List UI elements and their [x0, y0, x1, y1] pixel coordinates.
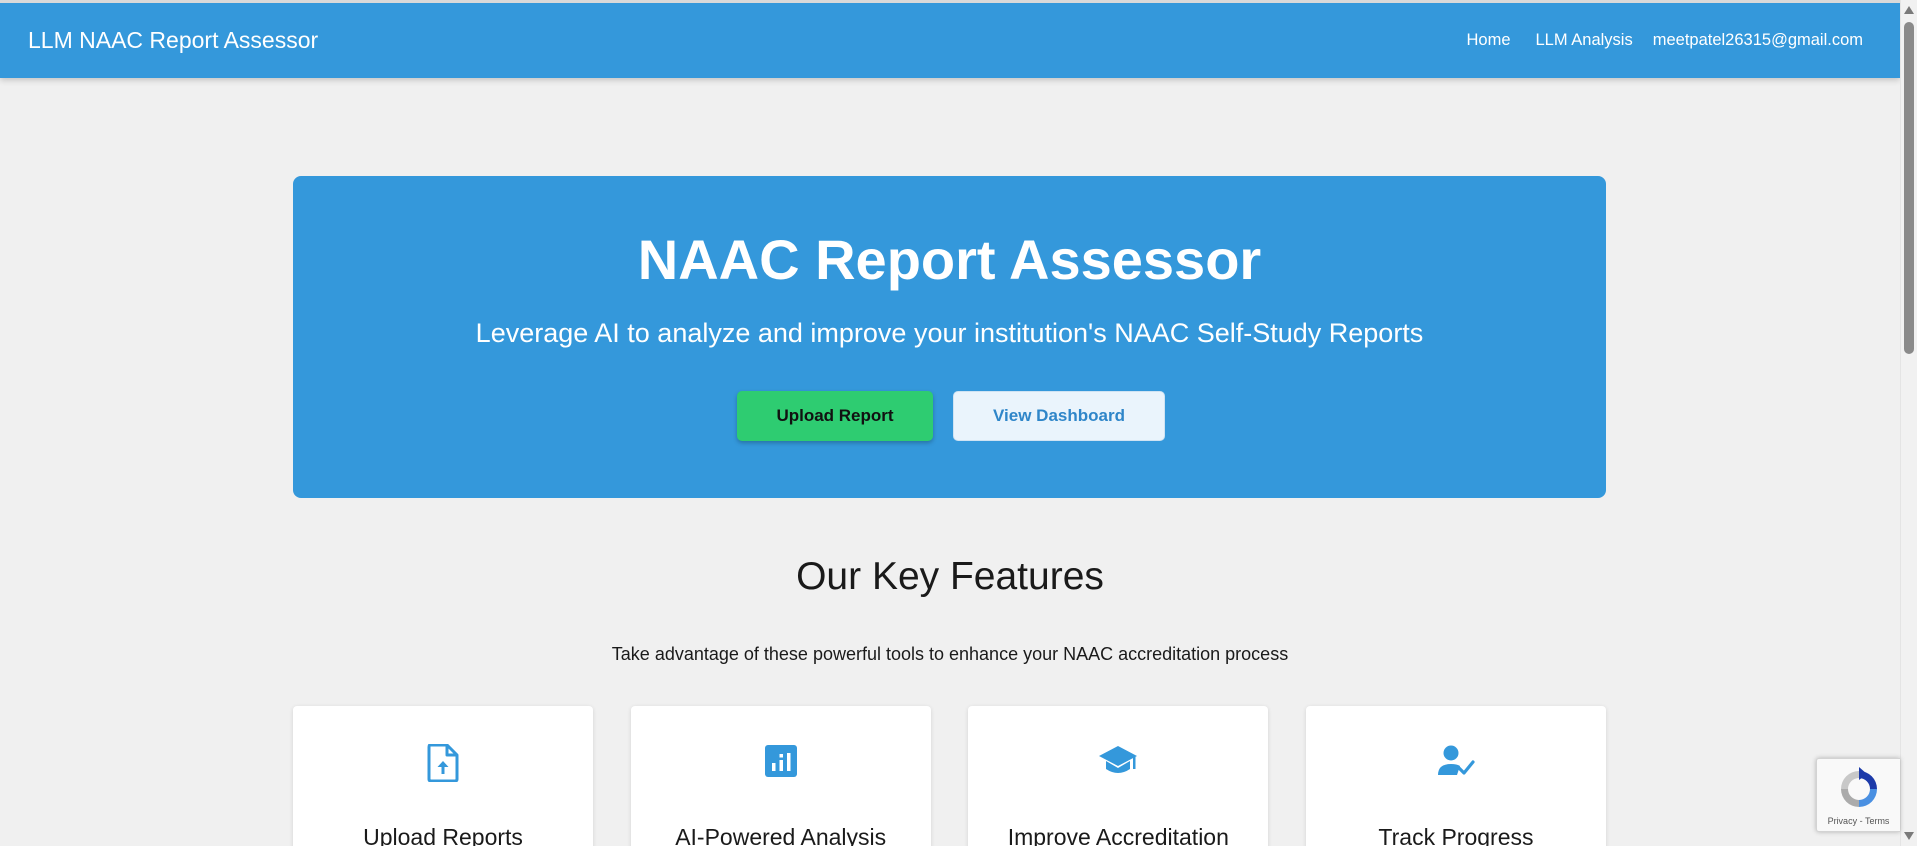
nav-home-link[interactable]: Home	[1466, 31, 1510, 50]
page: LLM NAAC Report Assessor Home LLM Analys…	[0, 0, 1917, 846]
feature-card-title: Track Progress	[1378, 824, 1534, 846]
scroll-thumb[interactable]	[1904, 22, 1914, 354]
scroll-down-arrow-icon[interactable]	[1904, 832, 1914, 840]
analytics-icon	[631, 744, 931, 784]
recaptcha-badge[interactable]: Privacy - Terms	[1816, 758, 1900, 832]
person-check-icon	[1306, 744, 1606, 784]
features-subtitle: Take advantage of these powerful tools t…	[611, 644, 1289, 664]
nav-llm-analysis-link[interactable]: LLM Analysis	[1536, 31, 1633, 50]
hero-subtitle: Leverage AI to analyze and improve your …	[475, 318, 1424, 348]
feature-card-title: Upload Reports	[363, 824, 523, 846]
features-title: Our Key Features	[796, 555, 1104, 598]
upload-report-button[interactable]: Upload Report	[737, 391, 933, 441]
feature-card-upload-reports[interactable]: Upload Reports	[293, 706, 593, 846]
hero-banner: NAAC Report Assessor Leverage AI to anal…	[293, 176, 1606, 498]
top-navbar: LLM NAAC Report Assessor Home LLM Analys…	[0, 0, 1900, 78]
hero-actions: Upload Report View Dashboard	[293, 391, 1606, 441]
recaptcha-logo-icon	[1837, 767, 1881, 816]
feature-card-improve-accreditation[interactable]: Improve Accreditation	[968, 706, 1269, 846]
nav-user-email-link[interactable]: meetpatel26315@gmail.com	[1653, 31, 1863, 50]
graduation-cap-icon	[968, 744, 1268, 784]
feature-card-track-progress[interactable]: Track Progress	[1305, 706, 1606, 846]
feature-card-title: Improve Accreditation	[1007, 824, 1229, 846]
recaptcha-separator: -	[1859, 816, 1863, 826]
feature-cards: Upload Reports AI-Powered Analysis Impro…	[293, 706, 1606, 846]
upload-file-icon	[293, 744, 593, 784]
nav-links: Home LLM Analysis meetpatel26315@gmail.c…	[1466, 31, 1863, 50]
feature-card-ai-analysis[interactable]: AI-Powered Analysis	[630, 706, 931, 846]
view-dashboard-button[interactable]: View Dashboard	[953, 391, 1165, 441]
recaptcha-links: Privacy - Terms	[1817, 816, 1900, 826]
recaptcha-terms-link[interactable]: Terms	[1865, 816, 1890, 826]
feature-card-title: AI-Powered Analysis	[675, 824, 887, 846]
brand-link[interactable]: LLM NAAC Report Assessor	[28, 27, 318, 54]
vertical-scrollbar[interactable]	[1900, 0, 1917, 846]
scroll-up-arrow-icon[interactable]	[1904, 6, 1914, 14]
recaptcha-privacy-link[interactable]: Privacy	[1828, 816, 1858, 826]
hero-title: NAAC Report Assessor	[637, 228, 1262, 291]
